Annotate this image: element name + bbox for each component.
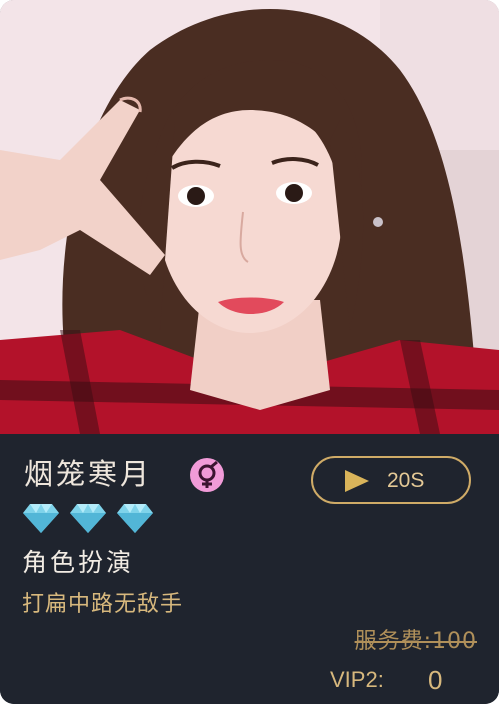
level-diamonds <box>22 502 162 536</box>
female-symbol-icon <box>190 458 224 492</box>
diamond-icon <box>23 504 59 533</box>
diamond-icon <box>70 504 106 533</box>
voice-duration: 20S <box>387 469 425 492</box>
play-triangle-icon <box>345 470 369 492</box>
vip-price-value: 0 <box>428 665 443 695</box>
vip-price: VIP2: 0 <box>330 665 480 697</box>
user-name[interactable]: 烟笼寒月 <box>24 456 152 492</box>
service-role: 角色扮演 <box>22 548 135 577</box>
voice-play-button[interactable]: 20S <box>311 456 471 504</box>
user-slogan: 打扁中路无敌手 <box>22 592 184 617</box>
original-service-fee: 服务费:100 <box>354 629 477 654</box>
info-panel: 烟笼寒月 20S 角色扮演 打扁中路无敌手 服务费:100 VIP2: 0 <box>0 434 499 704</box>
diamond-icon <box>117 504 153 533</box>
profile-card[interactable]: 烟笼寒月 20S 角色扮演 打扁中路无敌手 服务费:100 VIP2: 0 <box>0 0 499 704</box>
portrait-image <box>0 0 499 434</box>
vip-price-label: VIP2: <box>330 667 384 692</box>
profile-photo[interactable] <box>0 0 499 434</box>
